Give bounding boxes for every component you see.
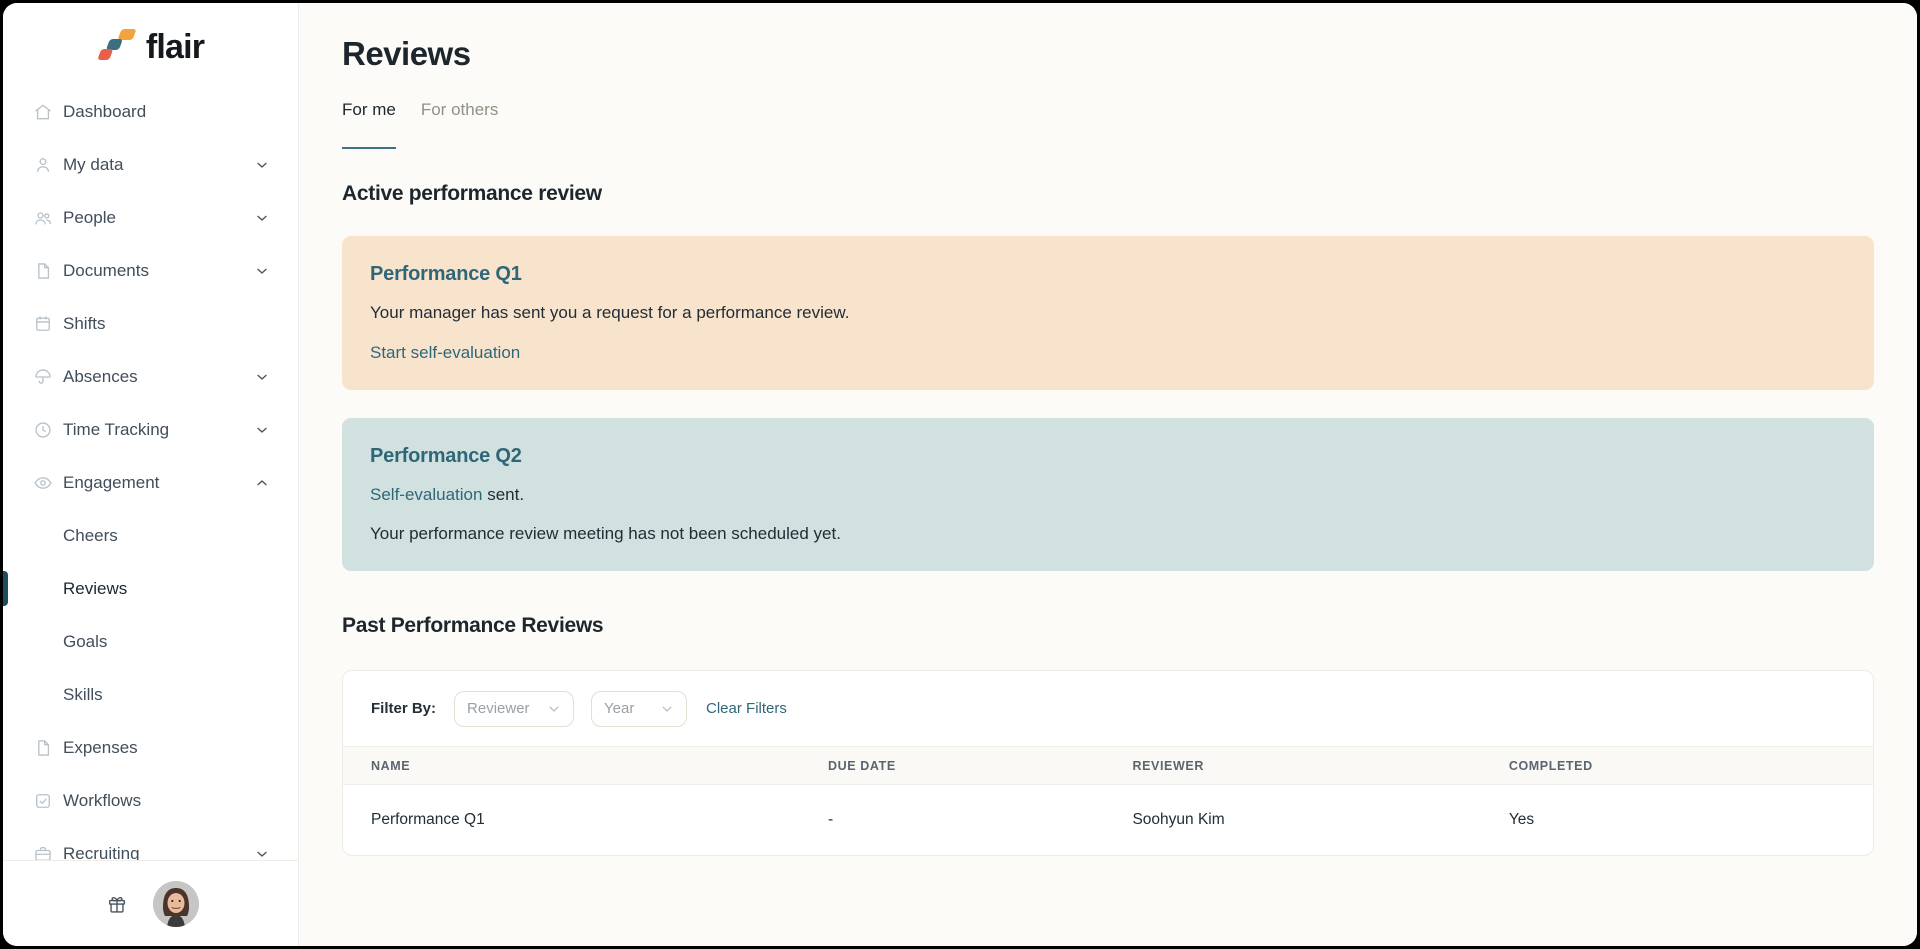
sidebar-item-label: Absences (63, 367, 138, 387)
sidebar-item-label: Engagement (63, 473, 159, 493)
table-row[interactable]: Performance Q1 - Soohyun Kim Yes (343, 785, 1873, 855)
sidebar-item-label: People (63, 208, 116, 228)
review-reviewer: Soohyun Kim (1132, 785, 1508, 855)
column-header-name: NAME (343, 747, 828, 785)
after-link-text: sent. (487, 485, 524, 504)
sidebar-item-label: Expenses (63, 738, 138, 758)
user-avatar[interactable] (153, 881, 199, 927)
chevron-up-icon (254, 475, 270, 491)
start-self-evaluation-link[interactable]: Start self-evaluation (370, 343, 520, 363)
chevron-down-icon (254, 210, 270, 226)
sidebar-footer (3, 860, 298, 946)
sidebar-item-label: My data (63, 155, 123, 175)
sidebar-item-label: Skills (63, 685, 103, 705)
sidebar-item-dashboard[interactable]: Dashboard (3, 85, 298, 138)
column-header-completed: COMPLETED (1509, 747, 1873, 785)
clear-filters-link[interactable]: Clear Filters (706, 700, 787, 717)
sidebar-item-time-tracking[interactable]: Time Tracking (3, 403, 298, 456)
sidebar-item-my-data[interactable]: My data (3, 138, 298, 191)
sidebar-item-shifts[interactable]: Shifts (3, 297, 298, 350)
gift-icon[interactable] (106, 892, 130, 916)
column-header-reviewer: REVIEWER (1132, 747, 1508, 785)
sidebar-item-label: Shifts (63, 314, 106, 334)
year-filter-value: Year (604, 700, 634, 717)
sidebar-item-recruiting[interactable]: Recruiting (3, 827, 298, 860)
sidebar-item-workflows[interactable]: Workflows (3, 774, 298, 827)
sidebar-item-engagement[interactable]: Engagement (3, 456, 298, 509)
document-icon (33, 261, 53, 281)
past-section-heading: Past Performance Reviews (342, 614, 1874, 638)
flair-logo-icon (97, 25, 137, 70)
card-title: Performance Q2 (370, 445, 1846, 468)
sidebar-item-label: Workflows (63, 791, 141, 811)
chevron-down-icon (254, 369, 270, 385)
umbrella-icon (33, 367, 53, 387)
home-icon (33, 102, 53, 122)
review-due-date: - (828, 785, 1132, 855)
sidebar-item-label: Goals (63, 632, 107, 652)
chevron-down-icon (547, 702, 561, 716)
performance-q2-card: Performance Q2 Self-evaluation sent. You… (342, 418, 1874, 571)
page-title: Reviews (342, 35, 1874, 73)
sidebar-item-skills[interactable]: Skills (3, 668, 298, 721)
sidebar-item-label: Dashboard (63, 102, 146, 122)
filter-by-label: Filter By: (371, 700, 436, 717)
active-indicator (3, 571, 8, 606)
sidebar-item-expenses[interactable]: Expenses (3, 721, 298, 774)
past-reviews-table: NAME DUE DATE REVIEWER COMPLETED Perform… (343, 746, 1873, 855)
user-icon (33, 155, 53, 175)
chevron-down-icon (254, 422, 270, 438)
chevron-down-icon (254, 263, 270, 279)
review-name-link[interactable]: Performance Q1 (343, 785, 828, 855)
sidebar-item-reviews[interactable]: Reviews (3, 562, 298, 615)
briefcase-icon (33, 844, 53, 861)
sidebar-item-label: Documents (63, 261, 149, 281)
card-body: Your manager has sent you a request for … (370, 303, 1846, 323)
users-icon (33, 208, 53, 228)
self-evaluation-link[interactable]: Self-evaluation (370, 485, 482, 504)
chevron-down-icon (254, 846, 270, 861)
sidebar-item-label: Reviews (63, 579, 127, 599)
sidebar-item-goals[interactable]: Goals (3, 615, 298, 668)
sidebar-item-absences[interactable]: Absences (3, 350, 298, 403)
card-title: Performance Q1 (370, 263, 1846, 286)
table-header-row: NAME DUE DATE REVIEWER COMPLETED (343, 747, 1873, 785)
sidebar-item-documents[interactable]: Documents (3, 244, 298, 297)
sidebar-item-people[interactable]: People (3, 191, 298, 244)
sidebar-item-label: Time Tracking (63, 420, 169, 440)
chevron-down-icon (254, 157, 270, 173)
document-icon (33, 738, 53, 758)
card-body: Your performance review meeting has not … (370, 524, 1846, 544)
active-section-heading: Active performance review (342, 182, 1874, 206)
checkbox-icon (33, 791, 53, 811)
clock-icon (33, 420, 53, 440)
chevron-down-icon (660, 702, 674, 716)
eye-icon (33, 473, 53, 493)
review-completed: Yes (1509, 785, 1873, 855)
performance-q1-card: Performance Q1 Your manager has sent you… (342, 236, 1874, 390)
reviewer-filter-value: Reviewer (467, 700, 530, 717)
sidebar-item-label: Recruiting (63, 844, 140, 861)
card-body: Self-evaluation sent. (370, 485, 1846, 505)
logo-text: flair (146, 28, 204, 67)
sidebar-nav: Dashboard My data People (3, 71, 298, 860)
sidebar-item-cheers[interactable]: Cheers (3, 509, 298, 562)
column-header-due-date: DUE DATE (828, 747, 1132, 785)
sidebar: flair Dashboard My data (3, 3, 299, 946)
tab-for-others[interactable]: For others (421, 100, 498, 149)
tab-for-me[interactable]: For me (342, 100, 396, 149)
reviewer-filter-select[interactable]: Reviewer (454, 691, 574, 727)
calendar-icon (33, 314, 53, 334)
year-filter-select[interactable]: Year (591, 691, 687, 727)
sidebar-item-label: Cheers (63, 526, 118, 546)
tabs: For me For others (342, 100, 1874, 149)
app-window: flair Dashboard My data (3, 3, 1917, 946)
filter-bar: Filter By: Reviewer Year Clear Filters (343, 671, 1873, 746)
main-content: Reviews For me For others Active perform… (299, 3, 1917, 946)
logo[interactable]: flair (3, 3, 298, 71)
past-reviews-card: Filter By: Reviewer Year Clear Filters (342, 670, 1874, 856)
